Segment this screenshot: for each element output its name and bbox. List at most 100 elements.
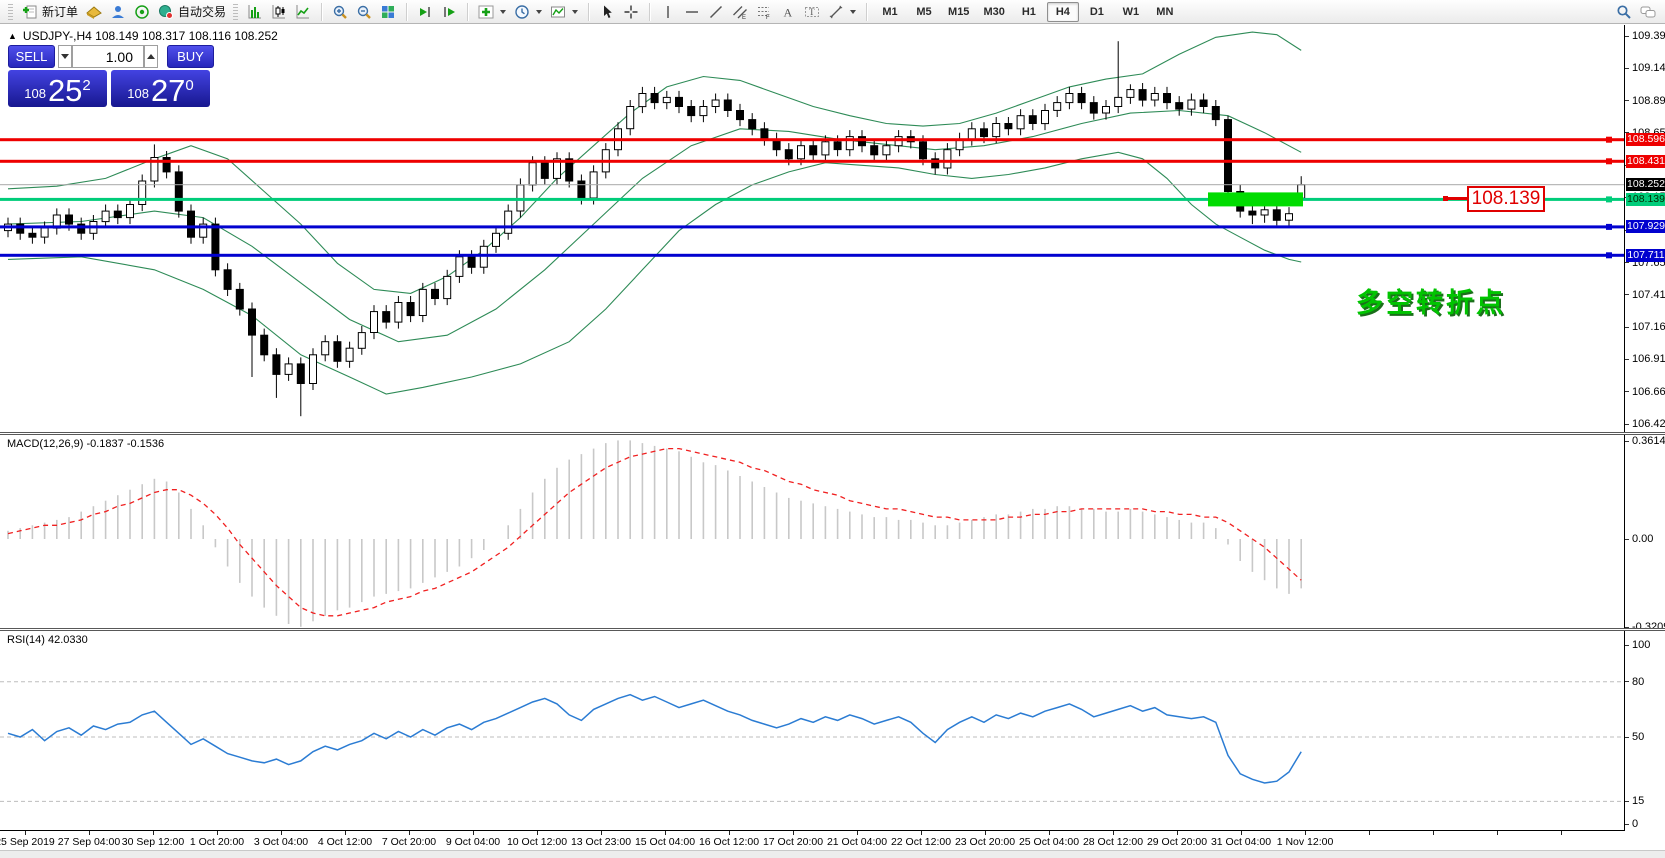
triangle-up-icon — [147, 54, 155, 59]
svg-text:T: T — [809, 7, 815, 17]
timeframe-h1[interactable]: H1 — [1013, 2, 1045, 22]
zoom-out-button[interactable] — [353, 2, 375, 22]
svg-text:F: F — [766, 15, 770, 20]
rsi-label: RSI(14) 42.0330 — [7, 634, 88, 646]
auto-trading-icon — [158, 4, 174, 20]
axis-tick — [1625, 539, 1629, 540]
history-button[interactable] — [83, 2, 105, 22]
profiles-button[interactable] — [107, 2, 129, 22]
fibonacci-button[interactable]: F — [753, 2, 775, 22]
group-handle — [233, 4, 238, 20]
sell-price-box[interactable]: 108 25 2 — [8, 70, 107, 107]
text-button[interactable]: A — [777, 2, 799, 22]
tile-windows-button[interactable] — [377, 2, 399, 22]
auto-trading-button[interactable]: 自动交易 — [155, 2, 229, 22]
separator — [588, 3, 589, 21]
timeframe-d1[interactable]: D1 — [1081, 2, 1113, 22]
timeframe-h4[interactable]: H4 — [1047, 2, 1079, 22]
search-button[interactable] — [1613, 2, 1635, 22]
auto-trading-label: 自动交易 — [178, 3, 226, 20]
sell-price-pips: 25 — [48, 75, 82, 106]
chart-header: ▲ USDJPY-,H4 108.149 108.317 108.116 108… — [8, 29, 278, 43]
axis-tick — [1625, 327, 1629, 328]
date-tick — [537, 831, 538, 835]
history-icon — [86, 4, 102, 20]
date-tick — [1177, 831, 1178, 835]
horizontal-line-button[interactable] — [681, 2, 703, 22]
volume-decrease-button[interactable] — [58, 45, 72, 68]
signal-button[interactable] — [131, 2, 153, 22]
sell-button[interactable]: SELL — [8, 45, 55, 68]
text-icon: A — [780, 4, 796, 20]
text-label-button[interactable]: T — [801, 2, 823, 22]
price-badge: 108.431 — [1626, 155, 1665, 168]
periods-clock-icon — [514, 4, 530, 20]
indicators-button[interactable] — [475, 2, 509, 22]
rsi-panel-canvas[interactable] — [0, 631, 1624, 830]
date-axis: 25 Sep 201927 Sep 04:0030 Sep 12:001 Oct… — [0, 830, 1624, 850]
buy-button[interactable]: BUY — [167, 45, 214, 68]
vertical-line-button[interactable] — [657, 2, 679, 22]
date-tick — [1113, 831, 1114, 835]
macd-axis-label: 0.00 — [1632, 533, 1653, 545]
buy-price-box[interactable]: 108 27 0 — [111, 70, 210, 107]
axis-tick — [1625, 441, 1629, 442]
timeframe-m5[interactable]: M5 — [908, 2, 940, 22]
zoom-in-button[interactable] — [329, 2, 351, 22]
dropdown-arrow-icon — [500, 10, 506, 14]
panel-separator[interactable] — [0, 432, 1665, 435]
axis-tick — [1625, 801, 1629, 802]
panel-separator[interactable] — [0, 628, 1665, 631]
crosshair-button[interactable] — [620, 2, 642, 22]
price-axis-label: 106.665 — [1632, 386, 1665, 398]
date-tick — [793, 831, 794, 835]
axis-tick — [1625, 68, 1629, 69]
trendline-button[interactable] — [705, 2, 727, 22]
zoom-out-icon — [356, 4, 372, 20]
rsi-axis-label: 0 — [1632, 818, 1638, 830]
new-order-label: 新订单 — [42, 3, 78, 20]
templates-button[interactable] — [547, 2, 581, 22]
date-tick — [665, 831, 666, 835]
cursor-button[interactable] — [596, 2, 618, 22]
timeframe-m15[interactable]: M15 — [942, 2, 975, 22]
collapse-one-click-icon[interactable]: ▲ — [8, 32, 17, 41]
axis-tick — [1625, 262, 1629, 263]
date-tick — [409, 831, 410, 835]
candlestick-chart-button[interactable] — [268, 2, 290, 22]
date-label: 1 Nov 12:00 — [1257, 836, 1353, 848]
main-chart-canvas[interactable] — [0, 25, 1624, 432]
buy-price-big-figure: 108 — [127, 82, 149, 106]
timeframe-w1[interactable]: W1 — [1115, 2, 1147, 22]
auto-scroll-button[interactable] — [414, 2, 436, 22]
timeframe-mn[interactable]: MN — [1149, 2, 1181, 22]
rsi-axis-label: 15 — [1632, 795, 1644, 807]
axis-tick — [1625, 36, 1629, 37]
line-chart-button[interactable] — [292, 2, 314, 22]
crosshair-icon — [623, 4, 639, 20]
sell-price-big-figure: 108 — [24, 82, 46, 106]
date-tick — [473, 831, 474, 835]
timeframe-m1[interactable]: M1 — [874, 2, 906, 22]
chart-shift-button[interactable] — [438, 2, 460, 22]
chart-shift-icon — [441, 4, 457, 20]
bar-chart-button[interactable] — [244, 2, 266, 22]
date-tick — [1369, 831, 1370, 835]
volume-input[interactable] — [72, 45, 144, 68]
arrows-button[interactable] — [825, 2, 859, 22]
timeframe-m30[interactable]: M30 — [977, 2, 1010, 22]
macd-label: MACD(12,26,9) -0.1837 -0.1536 — [7, 438, 164, 450]
new-order-button[interactable]: 新订单 — [19, 2, 81, 22]
triangle-down-icon — [61, 54, 69, 59]
buy-price-point: 0 — [185, 78, 193, 93]
chat-button[interactable] — [1637, 2, 1659, 22]
macd-panel-canvas[interactable] — [0, 435, 1624, 628]
equidistant-channel-button[interactable]: E — [729, 2, 751, 22]
date-tick — [1305, 831, 1306, 835]
dropdown-arrow-icon — [536, 10, 542, 14]
separator — [866, 3, 867, 21]
svg-text:A: A — [784, 5, 793, 19]
price-level-callout[interactable]: 108.139 — [1467, 186, 1545, 212]
volume-increase-button[interactable] — [144, 45, 158, 68]
periods-button[interactable] — [511, 2, 545, 22]
